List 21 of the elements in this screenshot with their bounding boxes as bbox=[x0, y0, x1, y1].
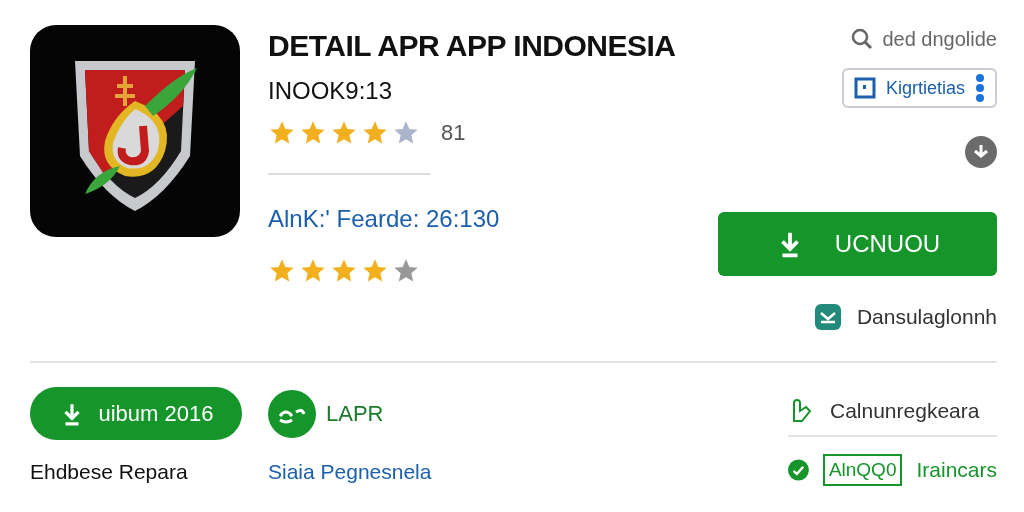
detail-tag: AlnQQ0 bbox=[822, 454, 903, 486]
square-icon bbox=[853, 77, 876, 99]
publisher-icon bbox=[268, 389, 316, 438]
app-subtitle: INOOK9:13 bbox=[268, 77, 394, 105]
action-chip[interactable]: Kigrtietias bbox=[841, 68, 997, 108]
publisher-link[interactable]: Siaia Pegnesnela bbox=[268, 460, 788, 484]
publisher-name: LAPR bbox=[326, 400, 384, 427]
detail-label: Calnunregkeara bbox=[830, 399, 980, 423]
download-circle-icon[interactable] bbox=[965, 136, 997, 168]
app-title: DETAIL APR APP INDONESIA bbox=[268, 29, 677, 63]
app-info: AlnK:' Fearde: 26:130 bbox=[268, 205, 501, 233]
rating-count: 81 bbox=[441, 120, 466, 146]
detail-label: Iraincars bbox=[916, 458, 997, 482]
release-badge[interactable]: uibum 2016 bbox=[30, 387, 242, 440]
side-link[interactable]: Dansulaglonnh bbox=[856, 305, 997, 329]
install-button[interactable]: UCNUOU bbox=[718, 212, 997, 276]
release-caption: Ehdbese Repara bbox=[30, 460, 189, 484]
more-icon bbox=[975, 74, 985, 102]
search-field[interactable]: ded dngolide bbox=[850, 25, 997, 51]
check-icon bbox=[788, 457, 809, 483]
search-icon bbox=[850, 27, 875, 51]
